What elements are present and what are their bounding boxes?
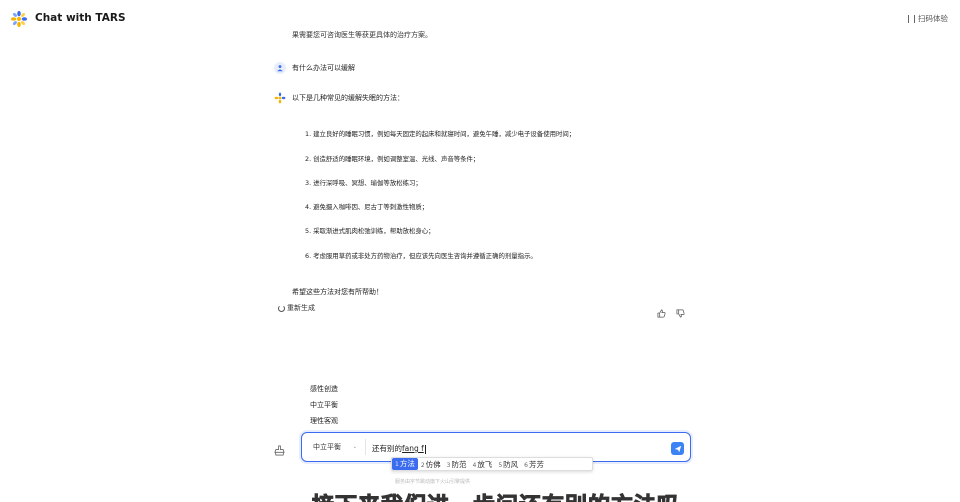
input-composing-text: fang f	[402, 444, 424, 453]
refresh-icon	[278, 304, 285, 312]
input-committed-text: 还有别的	[372, 444, 402, 453]
user-message-text: 有什么办法可以缓解	[292, 64, 355, 72]
bot-intro-text: 以下是几种常见的缓解失眠的方法：	[292, 94, 404, 102]
list-item: 5. 采取渐进式肌肉松弛训练，帮助放松身心；	[305, 227, 435, 235]
input-divider	[365, 439, 366, 455]
text-caret	[424, 444, 426, 454]
style-option-rational[interactable]: 理性客观	[310, 416, 338, 426]
video-subtitle: 接下来我们进一步问还有别的方法吗	[311, 488, 680, 502]
thumbs-up-icon[interactable]	[657, 303, 666, 318]
style-option-neutral[interactable]: 中立平衡	[310, 400, 338, 410]
clear-chat-icon[interactable]	[274, 441, 285, 456]
thumbs-down-icon[interactable]	[676, 303, 685, 318]
bot-avatar-icon	[274, 92, 286, 104]
footer-note: 服务由字节跳动旗下火山引擎提供	[395, 479, 471, 485]
bot-closing-text: 希望这些方法对您有所帮助！	[292, 288, 383, 296]
ime-candidate[interactable]: 4放飞	[469, 459, 495, 470]
send-icon	[674, 445, 681, 452]
list-item: 3. 进行深呼吸、冥想、瑜伽等放松练习；	[305, 179, 422, 187]
ime-candidate[interactable]: 3防范	[444, 459, 470, 470]
app-header: Chat with TARS 扫码体验	[0, 0, 960, 36]
scan-icon	[908, 14, 915, 23]
list-item: 1. 建立良好的睡眠习惯，例如每天固定的起床和就寝时间，避免午睡，减少电子设备使…	[305, 130, 576, 138]
tars-logo-icon	[10, 10, 28, 28]
bot-message: 以下是几种常见的缓解失眠的方法：	[274, 92, 404, 104]
user-avatar-icon	[274, 62, 286, 74]
style-select[interactable]: 中立平衡 ⌄	[309, 439, 361, 455]
chat-input[interactable]: 还有别的fang f	[372, 443, 426, 454]
ime-candidate[interactable]: 2仿佛	[418, 459, 444, 470]
list-item: 4. 避免摄入咖啡因、尼古丁等刺激性物质；	[305, 203, 429, 211]
regenerate-label: 重新生成	[287, 304, 315, 312]
scan-qr-button[interactable]: 扫码体验	[908, 13, 948, 24]
scan-label: 扫码体验	[918, 14, 948, 23]
list-item: 6. 考虑服用草药或非处方药物治疗，但应该先向医生咨询并遵循正确的剂量指示。	[305, 252, 537, 260]
style-select-value: 中立平衡	[313, 443, 341, 451]
style-option-emotional[interactable]: 感性创造	[310, 384, 338, 394]
list-item: 2. 创造舒适的睡眠环境，例如调整室温、光线、声音等条件；	[305, 155, 480, 163]
user-message: 有什么办法可以缓解	[274, 62, 355, 74]
chevron-down-icon: ⌄	[352, 444, 357, 450]
send-button[interactable]	[671, 442, 684, 455]
ime-candidate[interactable]: 1方法	[392, 458, 418, 470]
ime-candidate-bar: 1方法 2仿佛 3防范 4放飞 5防风 6芳芳	[391, 457, 593, 471]
ime-candidate[interactable]: 6芳芳	[521, 459, 547, 470]
regenerate-button[interactable]: 重新生成	[278, 303, 315, 313]
ime-candidate[interactable]: 5防风	[495, 459, 521, 470]
app-title: Chat with TARS	[35, 12, 126, 24]
previous-message-fragment: 果需要您可咨询医生等获更具体的治疗方案。	[292, 31, 432, 39]
